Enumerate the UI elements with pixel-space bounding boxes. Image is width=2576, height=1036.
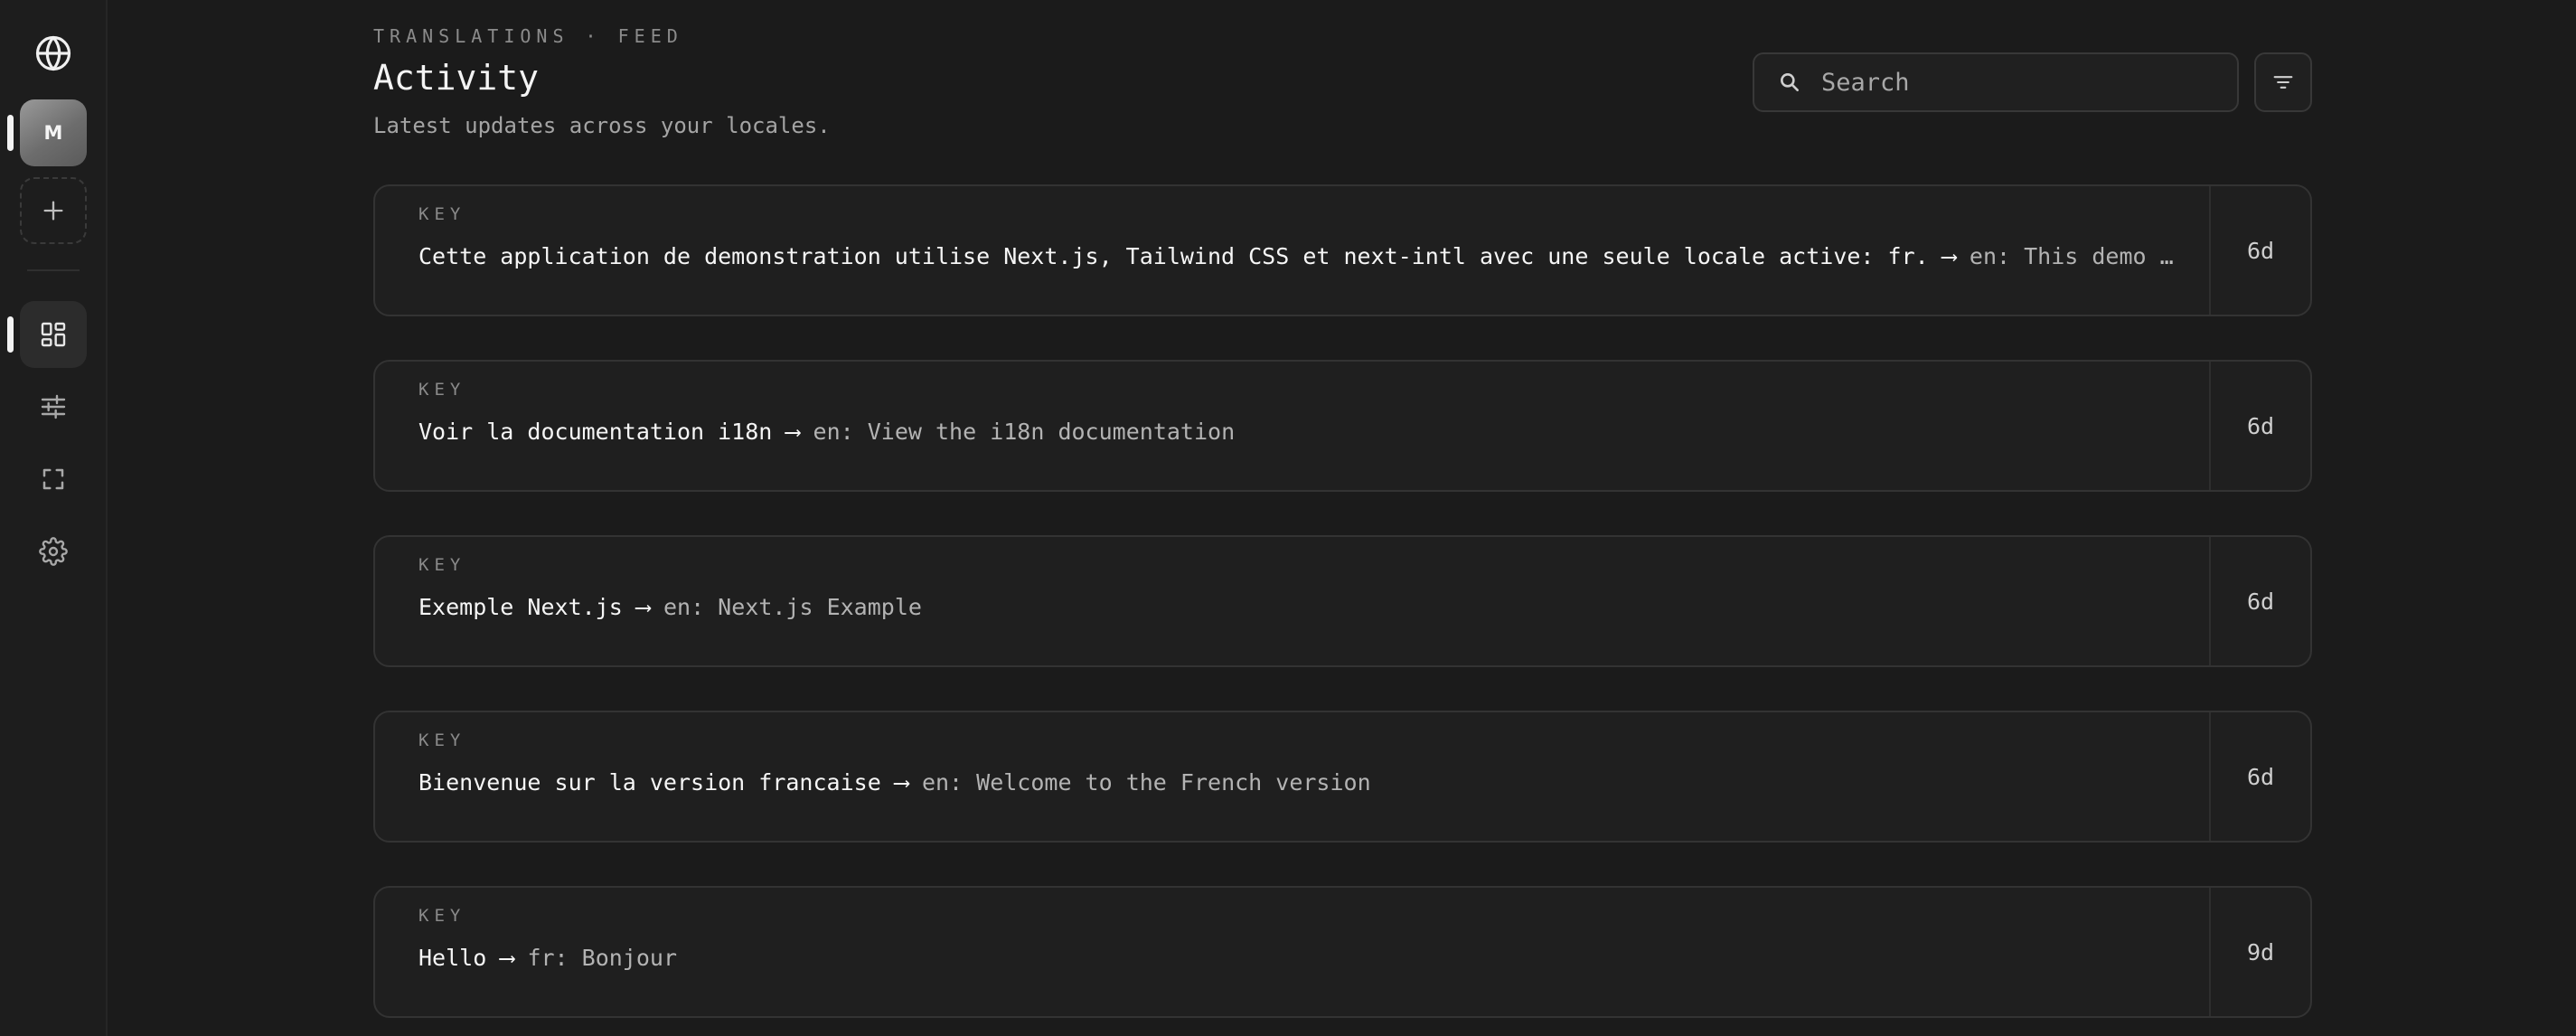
arrow-icon: ⟶ bbox=[635, 594, 650, 620]
sidebar: M bbox=[0, 0, 108, 1036]
feed-item-age: 6d bbox=[2209, 712, 2310, 841]
feed-item-body: KEY Exemple Next.js ⟶ en: Next.js Exampl… bbox=[375, 537, 2210, 665]
feed-item-source: Voir la documentation i18n bbox=[418, 419, 773, 445]
feed-item-age: 9d bbox=[2209, 888, 2310, 1016]
page-eyebrow: TRANSLATIONS · FEED bbox=[373, 25, 683, 47]
feed-item-key-label: KEY bbox=[418, 555, 466, 575]
feed-item[interactable]: KEY Voir la documentation i18n ⟶ en: Vie… bbox=[373, 360, 2312, 492]
arrow-icon: ⟶ bbox=[1941, 243, 1956, 269]
nav-item-settings[interactable] bbox=[20, 518, 87, 585]
nav-item-fullscreen[interactable] bbox=[20, 446, 87, 513]
page-title: Activity bbox=[373, 58, 540, 98]
feed-item-key-label: KEY bbox=[418, 730, 466, 750]
page-subtitle: Latest updates across your locales. bbox=[373, 113, 831, 138]
feed-item-translation: Bienvenue sur la version francaise ⟶ en:… bbox=[418, 769, 2183, 796]
sliders-icon bbox=[41, 394, 66, 419]
feed-item-body: KEY Voir la documentation i18n ⟶ en: Vie… bbox=[375, 362, 2210, 490]
active-nav-indicator bbox=[7, 316, 14, 353]
feed-item-age: 6d bbox=[2209, 362, 2310, 490]
globe-icon bbox=[35, 35, 71, 71]
feed-item[interactable]: KEY Hello ⟶ fr: Bonjour 9d bbox=[373, 886, 2312, 1018]
add-workspace-button[interactable] bbox=[20, 177, 87, 244]
app-logo[interactable] bbox=[20, 20, 87, 87]
feed-item-translation: Exemple Next.js ⟶ en: Next.js Example bbox=[418, 594, 2183, 620]
active-workspace-indicator bbox=[7, 115, 14, 151]
nav-item-filters[interactable] bbox=[20, 373, 87, 440]
feed-item-target: en: This demo appli… bbox=[1969, 243, 2183, 269]
feed-item-source: Cette application de demonstration utili… bbox=[418, 243, 1929, 269]
sidebar-divider bbox=[27, 269, 80, 271]
fullscreen-icon bbox=[42, 468, 64, 490]
plus-icon bbox=[43, 201, 63, 221]
workspace-initial: M bbox=[43, 122, 63, 144]
feed-item-target: fr: Bonjour bbox=[527, 945, 678, 971]
search-input[interactable] bbox=[1819, 67, 2217, 98]
filter-icon bbox=[2273, 76, 2293, 89]
feed-item[interactable]: KEY Bienvenue sur la version francaise ⟶… bbox=[373, 711, 2312, 843]
filter-button[interactable] bbox=[2254, 52, 2312, 112]
feed-item-age: 6d bbox=[2209, 537, 2310, 665]
feed-item-source: Exemple Next.js bbox=[418, 594, 623, 620]
search-box bbox=[1753, 52, 2239, 112]
feed-item-target: en: Next.js Example bbox=[663, 594, 922, 620]
arrow-icon: ⟶ bbox=[785, 419, 800, 445]
feed-item-target: en: View the i18n documentation bbox=[813, 419, 1236, 445]
feed-item-target: en: Welcome to the French version bbox=[921, 769, 1371, 796]
workspace-avatar[interactable]: M bbox=[20, 99, 87, 166]
feed-item-key-label: KEY bbox=[418, 906, 466, 926]
feed-item-body: KEY Bienvenue sur la version francaise ⟶… bbox=[375, 712, 2210, 841]
gear-icon bbox=[39, 537, 68, 566]
feed-item-key-label: KEY bbox=[418, 380, 466, 400]
nav-item-dashboard[interactable] bbox=[20, 301, 87, 368]
feed-item-translation: Cette application de demonstration utili… bbox=[418, 243, 2183, 269]
feed-item-body: KEY Cette application de demonstration u… bbox=[375, 186, 2210, 315]
arrow-icon: ⟶ bbox=[500, 945, 514, 971]
feed-item[interactable]: KEY Cette application de demonstration u… bbox=[373, 184, 2312, 316]
feed-item[interactable]: KEY Exemple Next.js ⟶ en: Next.js Exampl… bbox=[373, 535, 2312, 667]
search-icon bbox=[1781, 73, 1799, 91]
feed-item-translation: Hello ⟶ fr: Bonjour bbox=[418, 945, 2183, 971]
feed-item-key-label: KEY bbox=[418, 204, 466, 224]
feed-item-translation: Voir la documentation i18n ⟶ en: View th… bbox=[418, 419, 2183, 445]
feed-item-age: 6d bbox=[2209, 186, 2310, 315]
feed-item-source: Bienvenue sur la version francaise bbox=[418, 769, 881, 796]
dashboard-icon bbox=[41, 322, 66, 347]
arrow-icon: ⟶ bbox=[894, 769, 908, 796]
feed-item-source: Hello bbox=[418, 945, 487, 971]
feed-item-body: KEY Hello ⟶ fr: Bonjour bbox=[375, 888, 2210, 1016]
